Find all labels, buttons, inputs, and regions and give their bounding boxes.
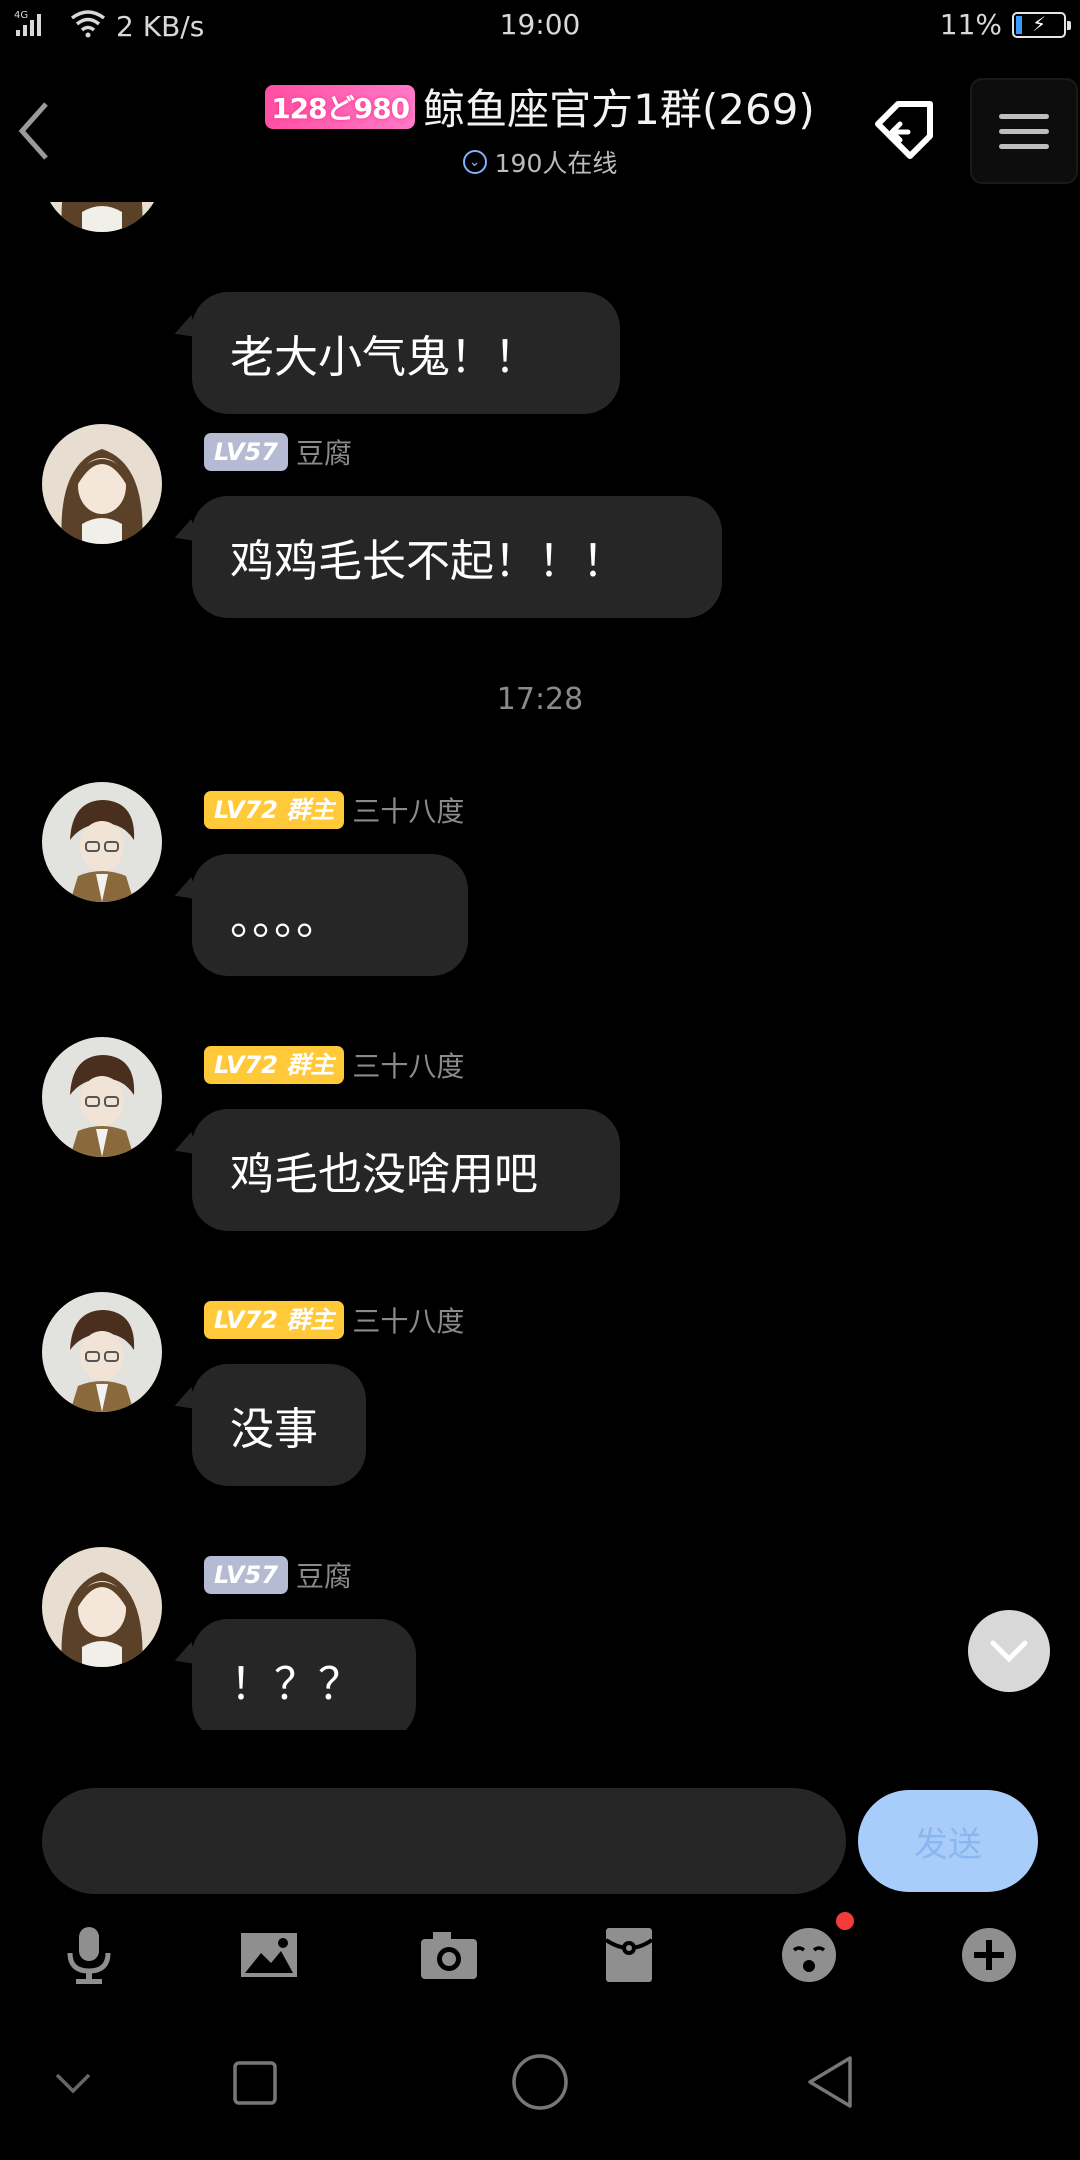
sender-row: LV72 群主 三十八度 <box>204 1045 464 1085</box>
avatar[interactable] <box>42 1292 162 1412</box>
battery-icon: ⚡ <box>1012 11 1071 38</box>
message-bubble[interactable]: ！？？ <box>192 1619 416 1730</box>
level-badge: LV72 群主 <box>204 1046 345 1084</box>
sender-name[interactable]: 豆腐 <box>296 1555 352 1595</box>
message-bubble[interactable]: 老大小气鬼！！ <box>192 292 620 414</box>
message-input[interactable] <box>42 1788 846 1894</box>
sender-name[interactable]: 三十八度 <box>352 1045 464 1085</box>
chat-area[interactable]: 老大小气鬼！！ LV57 豆腐 鸡鸡毛长不起！！！ 17:28 LV72 群主 … <box>0 202 1080 1730</box>
owner-badge: 群主 <box>286 1051 335 1079</box>
sender-row: LV72 群主 三十八度 <box>204 790 464 830</box>
message-bubble[interactable]: 鸡毛也没啥用吧 <box>192 1109 620 1231</box>
image-icon[interactable] <box>234 1920 304 1990</box>
message-text: 没事 <box>230 1404 318 1455</box>
avatar[interactable] <box>42 424 162 544</box>
message-text: ！？？ <box>230 1659 362 1710</box>
chevron-down-icon <box>990 1640 1028 1663</box>
owner-badge: 群主 <box>286 1306 335 1334</box>
level-badge: LV72 群主 <box>204 791 345 829</box>
menu-button[interactable] <box>970 78 1078 184</box>
sender-name[interactable]: 三十八度 <box>352 790 464 830</box>
send-button[interactable]: 发送 <box>858 1790 1038 1892</box>
microphone-icon[interactable] <box>54 1920 124 1990</box>
battery-percent: 11% <box>939 8 1002 41</box>
avatar[interactable] <box>42 782 162 902</box>
message-bubble[interactable]: 没事 <box>192 1364 366 1486</box>
group-title: 鲸鱼座官方1群(269) <box>423 85 815 134</box>
clock: 19:00 <box>499 8 581 41</box>
online-count: 190人在线 <box>494 149 618 178</box>
sender-name[interactable]: 三十八度 <box>352 1300 464 1340</box>
avatar[interactable] <box>42 202 162 232</box>
camera-icon[interactable] <box>414 1920 484 1990</box>
chevron-down-icon: ⌄ <box>462 150 487 174</box>
emoji-icon[interactable] <box>774 1912 854 1990</box>
message-text: 鸡鸡毛长不起！！！ <box>230 536 626 587</box>
avatar[interactable] <box>42 1547 162 1667</box>
sender-row: LV57 豆腐 <box>204 432 352 472</box>
status-bar: 4G 2 KB/s 19:00 11% ⚡ <box>0 0 1080 52</box>
share-tag-icon[interactable] <box>868 94 940 166</box>
level-badge: LV57 <box>204 433 288 471</box>
message-text: 。。。。 <box>230 894 340 945</box>
message-bubble[interactable]: 鸡鸡毛长不起！！！ <box>192 496 722 618</box>
group-logo: 128ど980 <box>265 84 416 129</box>
level-badge: LV72 群主 <box>204 1301 345 1339</box>
plus-icon[interactable] <box>954 1920 1024 1990</box>
message-timestamp: 17:28 <box>496 682 584 717</box>
message-text: 老大小气鬼！！ <box>230 332 538 383</box>
chevron-down-icon[interactable] <box>48 2058 98 2108</box>
sender-row: LV72 群主 三十八度 <box>204 1300 464 1340</box>
message-text: 鸡毛也没啥用吧 <box>230 1149 538 1200</box>
message-input-container[interactable] <box>42 1788 846 1894</box>
message-bubble[interactable]: 。。。。 <box>192 854 468 976</box>
notification-dot <box>836 1912 854 1930</box>
sender-name[interactable]: 豆腐 <box>296 432 352 472</box>
recents-button[interactable] <box>230 2058 280 2108</box>
level-badge: LV57 <box>204 1556 288 1594</box>
system-nav-bar <box>0 2040 1080 2140</box>
chat-header: 128ど980 鲸鱼座官方1群(269) ⌄ 190人在线 <box>0 52 1080 202</box>
avatar[interactable] <box>42 1037 162 1157</box>
home-button[interactable] <box>510 2052 570 2112</box>
sender-row: LV57 豆腐 <box>204 1555 352 1595</box>
back-nav-button[interactable] <box>800 2052 860 2112</box>
battery-status: 11% ⚡ <box>939 8 1071 41</box>
red-packet-icon[interactable] <box>594 1920 664 1990</box>
owner-badge: 群主 <box>286 796 335 824</box>
scroll-to-bottom-button[interactable] <box>968 1610 1050 1692</box>
composer-toolbar <box>0 1912 1080 1990</box>
